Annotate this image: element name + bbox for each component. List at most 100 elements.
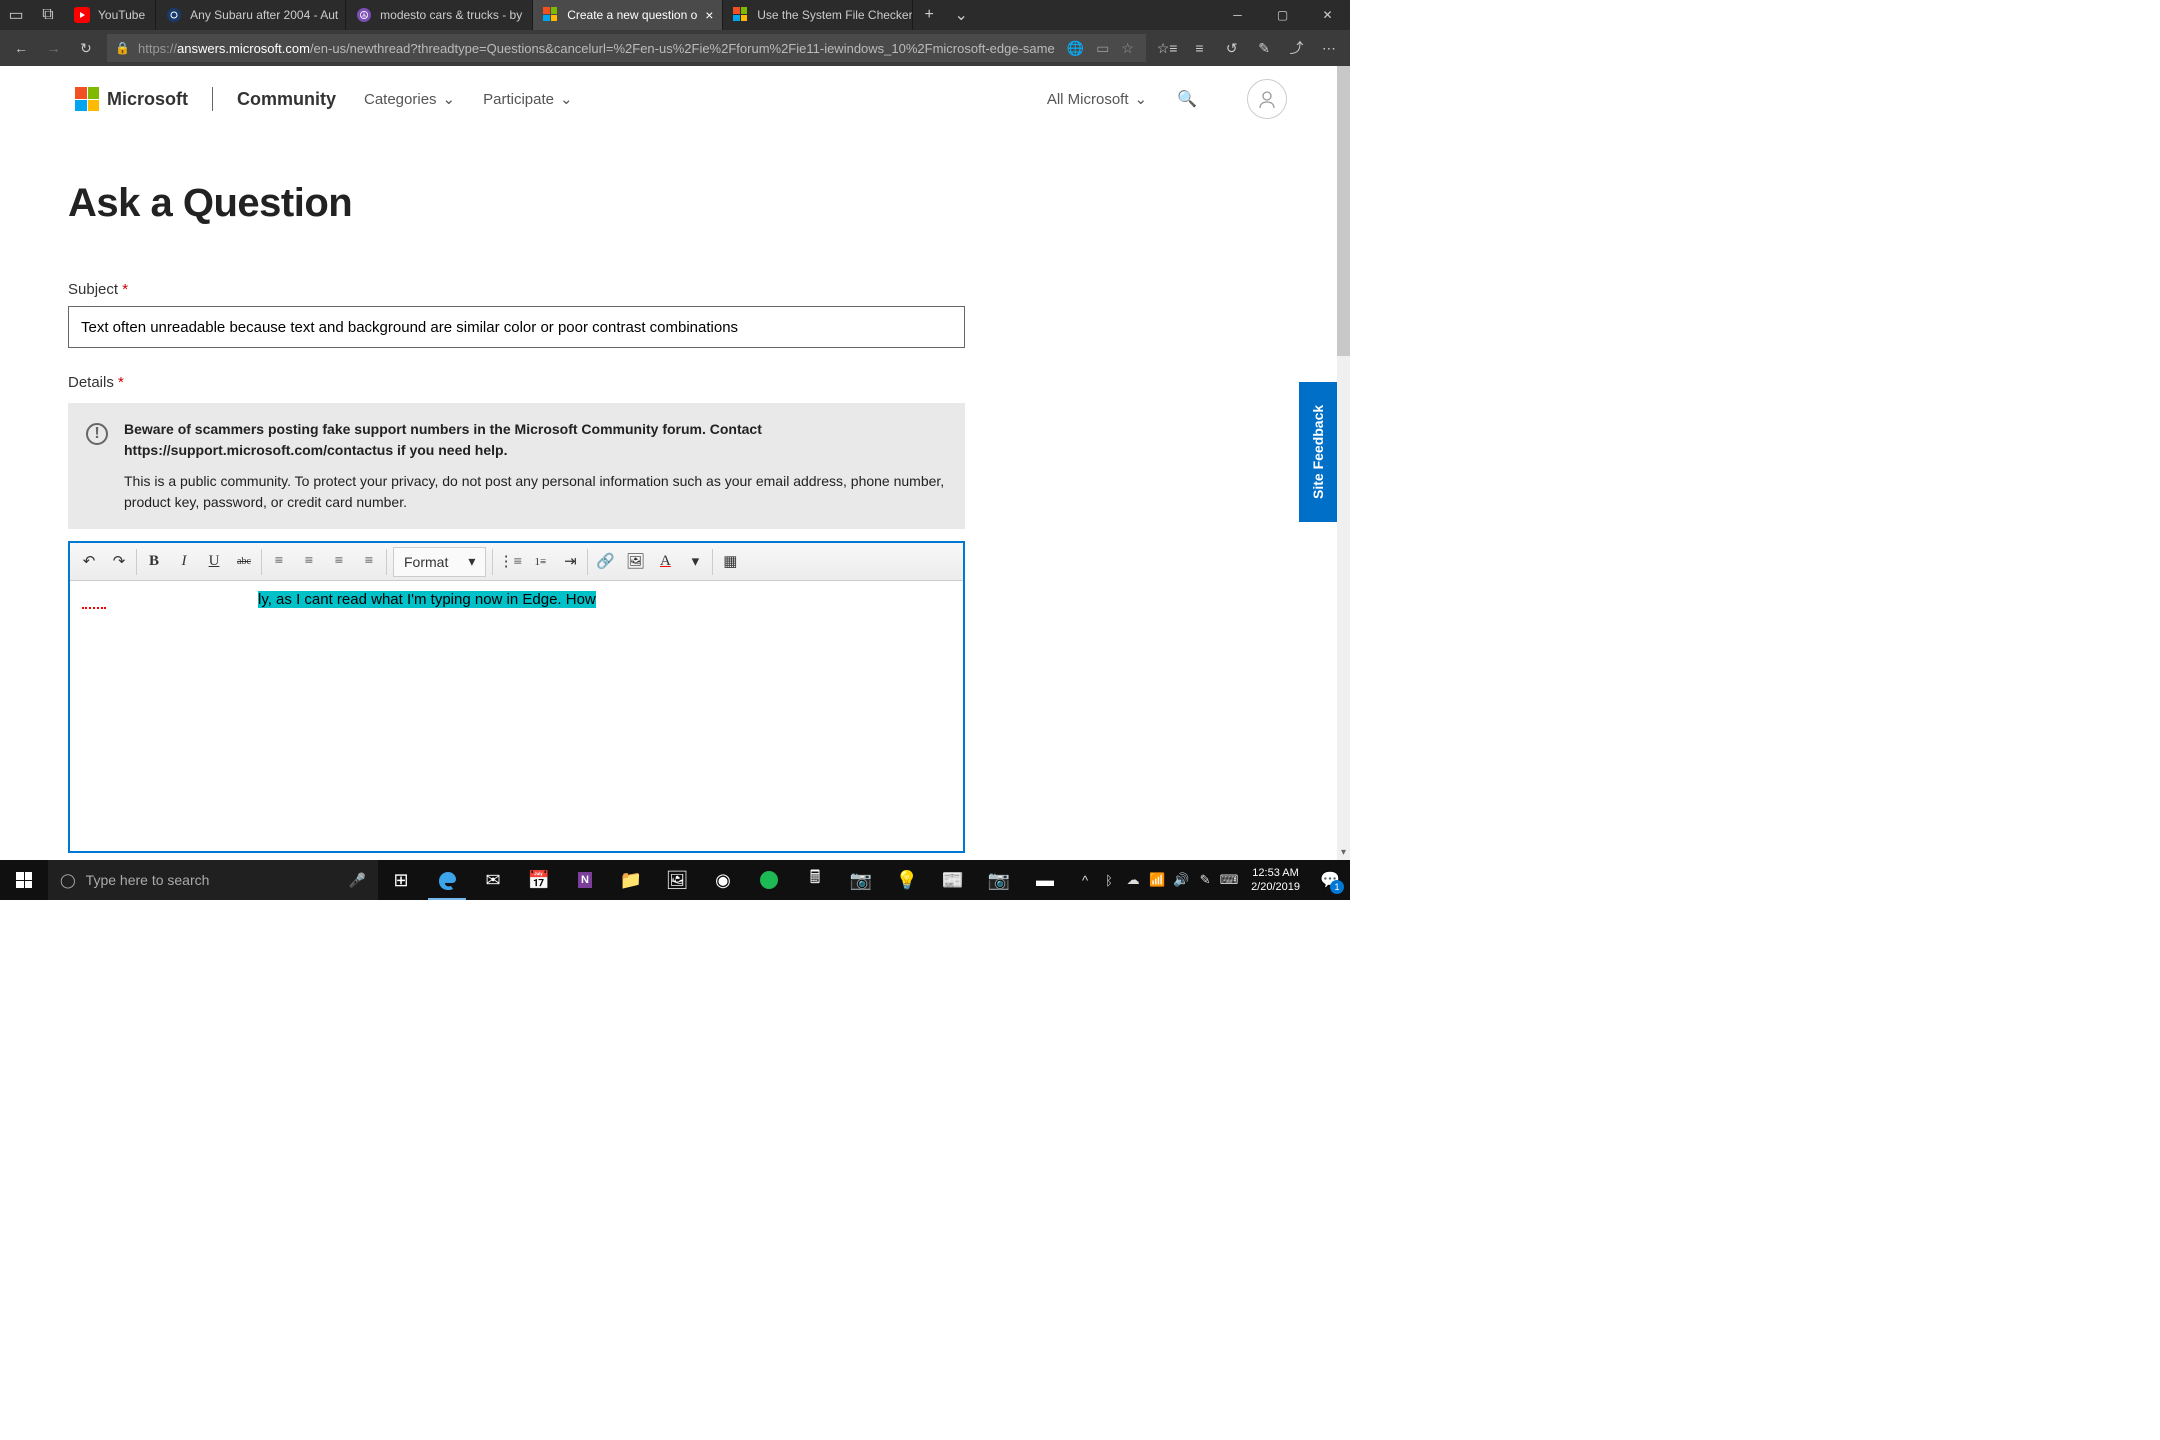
number-list-button[interactable]: 1≡ [525, 547, 555, 577]
search-icon[interactable]: 🔍 [1177, 89, 1197, 109]
taskbar-clock[interactable]: 12:53 AM 2/20/2019 [1241, 866, 1310, 895]
microsoft-icon [543, 7, 559, 23]
calendar-taskbar-icon[interactable]: 📅 [516, 860, 562, 900]
all-microsoft-menu[interactable]: All Microsoft⌄ [1047, 90, 1147, 108]
back-button[interactable]: ← [5, 30, 37, 66]
tab-actions-icon[interactable]: ▭ [0, 0, 32, 30]
scrollbar-thumb[interactable] [1337, 66, 1350, 356]
carsdirect-icon [166, 7, 182, 23]
spotify-taskbar-icon[interactable] [746, 860, 792, 900]
edge-taskbar-icon[interactable] [424, 860, 470, 900]
onedrive-icon[interactable]: ☁ [1121, 860, 1145, 900]
close-window-button[interactable]: ✕ [1305, 0, 1350, 30]
reading-view-icon[interactable]: ▭ [1092, 40, 1113, 57]
tab-overflow-icon[interactable]: ⌄ [945, 0, 977, 30]
mail-taskbar-icon[interactable]: ✉ [470, 860, 516, 900]
browser-tab[interactable]: YouTube [64, 0, 156, 30]
mic-icon[interactable]: 🎤 [349, 872, 366, 889]
bullet-list-button[interactable]: ⋮≡ [495, 547, 525, 577]
share-icon[interactable]: ⤴ [1280, 30, 1312, 66]
browser-tab-bar: ▭ ⧉ YouTube Any Subaru after 2004 - Aut … [0, 0, 1350, 30]
microsoft-icon [733, 7, 749, 23]
camera-taskbar-icon[interactable]: 📷 [838, 860, 884, 900]
italic-button[interactable]: I [169, 547, 199, 577]
new-tab-button[interactable]: + [913, 0, 945, 30]
start-button[interactable] [0, 860, 48, 900]
translate-icon[interactable]: 🌐 [1063, 40, 1088, 57]
tips-taskbar-icon[interactable]: 💡 [884, 860, 930, 900]
notes-icon[interactable]: ✎ [1248, 30, 1280, 66]
nav-participate[interactable]: Participate⌄ [483, 90, 572, 108]
table-button[interactable]: ▦ [715, 547, 745, 577]
link-button[interactable]: 🔗 [590, 547, 620, 577]
browser-tab-active[interactable]: Create a new question o × [533, 0, 723, 30]
align-right-button[interactable]: ≡ [324, 547, 354, 577]
brand-name[interactable]: Microsoft [107, 89, 188, 110]
editor-textarea[interactable]: ly, as I cant read what I'm typing now i… [70, 581, 963, 851]
volume-icon[interactable]: 🔊 [1169, 860, 1193, 900]
scroll-down-arrow[interactable]: ▾ [1337, 844, 1350, 860]
photos-taskbar-icon[interactable]: 🖼 [654, 860, 700, 900]
reading-list-icon[interactable]: ≡ [1183, 30, 1215, 66]
text-color-button[interactable]: A [650, 547, 680, 577]
refresh-button[interactable]: ↻ [70, 30, 102, 66]
terminal-taskbar-icon[interactable]: ▬ [1022, 860, 1068, 900]
underline-button[interactable]: U [199, 547, 229, 577]
site-feedback-button[interactable]: Site Feedback [1299, 382, 1337, 522]
onenote-taskbar-icon[interactable]: N [562, 860, 608, 900]
favorite-icon[interactable]: ☆ [1117, 40, 1138, 57]
rich-text-editor: ↶ ↷ B I U abc ≡ ≡ ≡ ≡ Format▾ ⋮≡ 1≡ ⇥ 🔗 [68, 541, 965, 853]
redo-button[interactable]: ↷ [104, 547, 134, 577]
tray-overflow-icon[interactable]: ^ [1073, 860, 1097, 900]
page-title: Ask a Question [68, 181, 1262, 226]
subject-input[interactable] [68, 306, 965, 348]
account-avatar[interactable] [1247, 79, 1287, 119]
site-name[interactable]: Community [237, 89, 336, 110]
wifi-icon[interactable]: 📶 [1145, 860, 1169, 900]
calculator-taskbar-icon[interactable]: 🖩 [792, 860, 838, 900]
browser-tab[interactable]: Use the System File Checker [723, 0, 913, 30]
action-center-button[interactable]: 💬1 [1310, 860, 1350, 900]
pen-icon[interactable]: ✎ [1193, 860, 1217, 900]
align-left-button[interactable]: ≡ [264, 547, 294, 577]
lock-icon: 🔒 [115, 41, 130, 55]
undo-button[interactable]: ↶ [74, 547, 104, 577]
bold-button[interactable]: B [139, 547, 169, 577]
color-dropdown[interactable]: ▾ [680, 547, 710, 577]
nav-categories[interactable]: Categories⌄ [364, 90, 455, 108]
browser-tab[interactable]: Any Subaru after 2004 - Aut [156, 0, 346, 30]
minimize-button[interactable]: ─ [1215, 0, 1260, 30]
tab-label: Use the System File Checker [757, 8, 912, 22]
instagram-taskbar-icon[interactable]: 📷 [976, 860, 1022, 900]
strikethrough-button[interactable]: abc [229, 547, 259, 577]
groove-taskbar-icon[interactable]: ◉ [700, 860, 746, 900]
image-button[interactable]: 🖼 [620, 547, 650, 577]
keyboard-icon[interactable]: ⌨ [1217, 860, 1241, 900]
warning-text-1: Beware of scammers posting fake support … [124, 419, 947, 461]
vertical-scrollbar[interactable]: ▾ [1337, 66, 1350, 860]
taskbar-search[interactable]: ◯ Type here to search 🎤 [48, 860, 378, 900]
history-icon[interactable]: ↺ [1216, 30, 1248, 66]
more-icon[interactable]: ⋯ [1313, 30, 1345, 66]
chevron-down-icon: ⌄ [443, 90, 456, 108]
align-center-button[interactable]: ≡ [294, 547, 324, 577]
bluetooth-icon[interactable]: ᛒ [1097, 860, 1121, 900]
chevron-down-icon: ⌄ [560, 90, 573, 108]
tab-label: Any Subaru after 2004 - Aut [190, 8, 338, 22]
favorites-bar-icon[interactable]: ☆≡ [1151, 30, 1183, 66]
indent-button[interactable]: ⇥ [555, 547, 585, 577]
windows-taskbar: ◯ Type here to search 🎤 ⊞ ✉ 📅 N 📁 🖼 ◉ 🖩 … [0, 860, 1350, 900]
close-tab-icon[interactable]: × [705, 7, 713, 23]
details-label: Details * [68, 374, 1262, 391]
align-justify-button[interactable]: ≡ [354, 547, 384, 577]
maximize-button[interactable]: ▢ [1260, 0, 1305, 30]
browser-tab[interactable]: ☮ modesto cars & trucks - by [346, 0, 533, 30]
news-taskbar-icon[interactable]: 📰 [930, 860, 976, 900]
explorer-taskbar-icon[interactable]: 📁 [608, 860, 654, 900]
forward-button[interactable]: → [37, 30, 69, 66]
address-bar[interactable]: 🔒 https://answers.microsoft.com/en-us/ne… [107, 34, 1146, 62]
format-dropdown[interactable]: Format▾ [393, 547, 486, 577]
set-aside-tabs-icon[interactable]: ⧉ [32, 0, 64, 30]
editor-toolbar: ↶ ↷ B I U abc ≡ ≡ ≡ ≡ Format▾ ⋮≡ 1≡ ⇥ 🔗 [70, 543, 963, 581]
task-view-button[interactable]: ⊞ [378, 860, 424, 900]
